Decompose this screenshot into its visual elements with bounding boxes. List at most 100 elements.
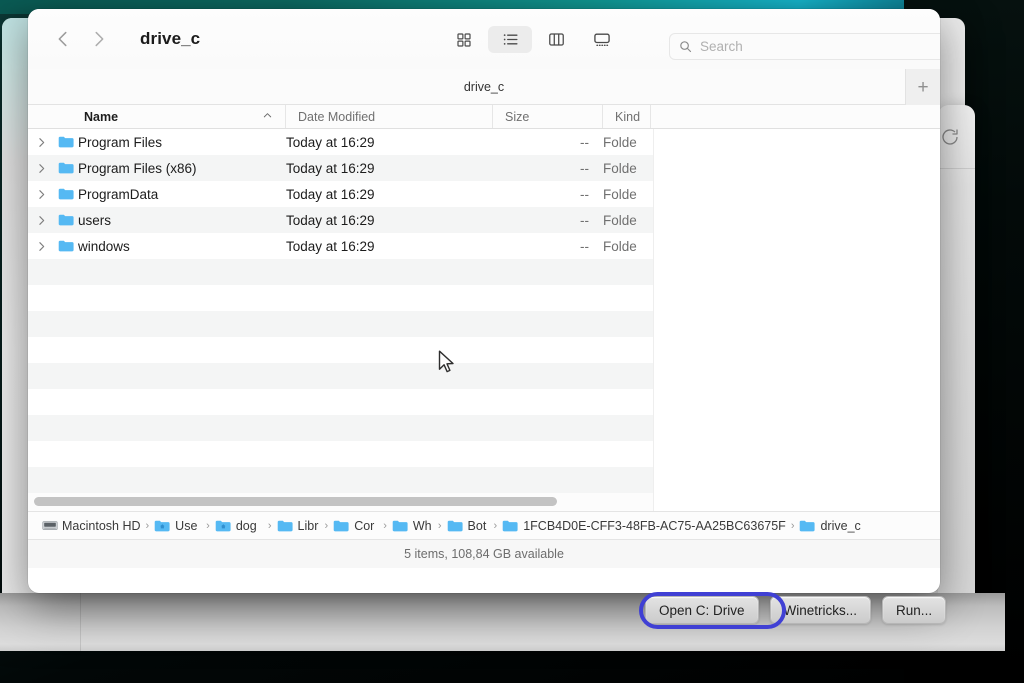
finder-toolbar: drive_c [28, 9, 940, 69]
folder-icon [277, 519, 294, 533]
folder-icon [54, 161, 78, 175]
hard-disk-icon [42, 520, 58, 532]
search-input[interactable] [700, 39, 940, 54]
file-date-modified: Today at 16:29 [286, 160, 375, 176]
home-folder-icon [215, 519, 232, 533]
column-header-size[interactable]: Size [493, 105, 603, 128]
file-date-modified: Today at 16:29 [286, 212, 375, 228]
breadcrumb-label: Libr [297, 518, 319, 533]
breadcrumb-label: Cor [354, 518, 375, 533]
disclosure-chevron-icon[interactable] [28, 136, 54, 149]
row-stripe [28, 441, 653, 467]
table-row[interactable]: windows Today at 16:29 -- Folde [28, 233, 653, 259]
breadcrumb-item[interactable]: drive_c [799, 519, 861, 533]
breadcrumb-label: Bot [467, 518, 487, 533]
breadcrumb-item[interactable]: Bot [447, 519, 489, 533]
file-list[interactable]: Program Files Today at 16:29 -- Folde Progr… [28, 129, 940, 511]
breadcrumb-item[interactable]: Wh [392, 519, 433, 533]
folder-icon [54, 239, 78, 253]
file-size: -- [580, 186, 589, 202]
view-gallery[interactable] [580, 26, 624, 53]
column-header-kind[interactable]: Kind [603, 105, 651, 128]
breadcrumb-separator-icon: › [790, 519, 795, 532]
breadcrumb-label: Macintosh HD [62, 518, 141, 533]
folder-icon [447, 519, 464, 533]
file-name: Program Files [78, 134, 163, 150]
disclosure-chevron-icon[interactable] [28, 162, 54, 175]
column-header-name-label: Name [84, 109, 119, 124]
chevron-up-icon [262, 110, 273, 124]
breadcrumb-separator-icon: › [324, 519, 329, 532]
disclosure-chevron-icon[interactable] [28, 240, 54, 253]
file-kind: Folde [603, 238, 637, 254]
status-bar: 5 items, 108,84 GB available [28, 539, 940, 568]
column-header-filler [651, 105, 940, 128]
search-icon [678, 39, 693, 54]
file-size: -- [580, 160, 589, 176]
screen: drive_c Search drive_c + Name Date Modif… [0, 0, 1024, 683]
home-folder-icon [154, 519, 171, 533]
breadcrumb-item[interactable]: Cor [333, 519, 378, 533]
row-stripe [28, 389, 653, 415]
breadcrumb-label: 1FCB4D0E-CFF3-48FB-AC75-AA25BC63675F [523, 518, 786, 533]
search-field[interactable] [669, 33, 940, 60]
chevron-left-icon[interactable] [50, 26, 76, 52]
background-window-right-divider [938, 168, 975, 169]
tab-bar: drive_c + [28, 69, 940, 105]
column-header-name[interactable]: Name [28, 105, 286, 128]
row-stripe [28, 311, 653, 337]
file-size: -- [580, 212, 589, 228]
view-columns[interactable] [534, 26, 578, 53]
table-row[interactable]: ProgramData Today at 16:29 -- Folde [28, 181, 653, 207]
row-stripe [28, 467, 653, 493]
page-title: drive_c [140, 29, 201, 48]
breadcrumb-label: dog [235, 518, 257, 533]
breadcrumb-item[interactable]: Macintosh HD [42, 519, 141, 533]
breadcrumb-item[interactable]: Libr [277, 519, 320, 533]
new-tab-button[interactable]: + [905, 69, 940, 105]
table-row[interactable]: Program Files Today at 16:29 -- Folde [28, 129, 653, 155]
disclosure-chevron-icon[interactable] [28, 188, 54, 201]
view-mode-switcher [442, 26, 624, 53]
breadcrumb-separator-icon: › [383, 519, 387, 532]
row-stripe [28, 363, 653, 389]
folder-icon [333, 519, 350, 533]
breadcrumb-item[interactable]: 1FCB4D0E-CFF3-48FB-AC75-AA25BC63675F [502, 519, 786, 533]
breadcrumb-separator-icon: › [267, 519, 272, 532]
disclosure-chevron-icon[interactable] [28, 214, 54, 227]
folder-icon [54, 213, 78, 227]
refresh-icon[interactable] [938, 125, 962, 149]
run-button[interactable]: Run... [882, 596, 947, 624]
chevron-right-icon[interactable] [86, 26, 112, 52]
horizontal-scrollbar-thumb[interactable] [34, 497, 557, 506]
breadcrumb-label: Use [175, 518, 198, 533]
file-list-empty-right-region [653, 129, 940, 511]
winetricks-button[interactable]: Winetricks... [769, 596, 872, 624]
breadcrumb-item[interactable]: dog [215, 519, 263, 533]
row-stripe [28, 415, 653, 441]
breadcrumb-item[interactable]: Use [154, 519, 201, 533]
file-size: -- [580, 238, 589, 254]
view-icon-grid[interactable] [442, 26, 486, 53]
folder-icon [799, 519, 816, 533]
column-header-date-modified[interactable]: Date Modified [286, 105, 493, 128]
view-list[interactable] [488, 26, 532, 53]
breadcrumb-separator-icon: › [493, 519, 498, 532]
background-window-right-panel[interactable] [938, 105, 975, 615]
file-rows: Program Files Today at 16:29 -- Folde Progr… [28, 129, 653, 259]
file-kind: Folde [603, 160, 637, 176]
horizontal-scrollbar[interactable] [28, 493, 653, 511]
file-kind: Folde [603, 186, 637, 202]
open-c-drive-button[interactable]: Open C: Drive [645, 596, 759, 624]
table-row[interactable]: users Today at 16:29 -- Folde [28, 207, 653, 233]
column-headers: Name Date Modified Size Kind [28, 105, 940, 129]
table-row[interactable]: Program Files (x86) Today at 16:29 -- Folde [28, 155, 653, 181]
folder-icon [54, 187, 78, 201]
tab-drive-c[interactable]: drive_c [28, 80, 940, 94]
finder-window[interactable]: drive_c Search drive_c + Name Date Modif… [28, 9, 940, 593]
row-stripe [28, 285, 653, 311]
breadcrumb-label: Wh [412, 518, 432, 533]
breadcrumb-separator-icon: › [437, 519, 442, 532]
file-name: Program Files (x86) [78, 160, 197, 176]
background-window-bottom-seam [80, 593, 81, 651]
